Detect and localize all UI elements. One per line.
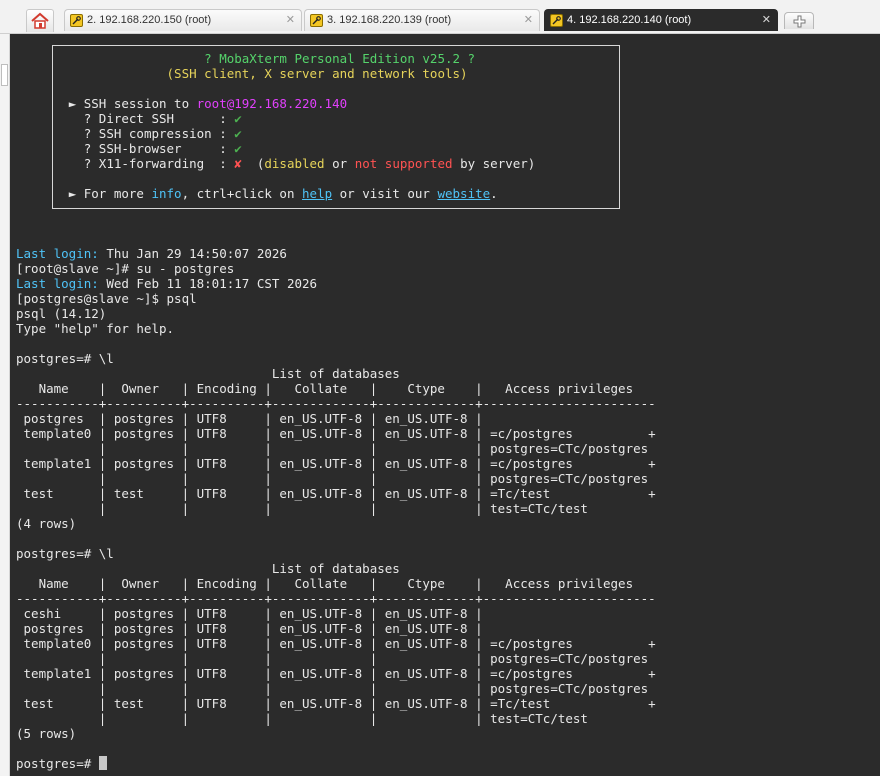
side-panel-handle[interactable] [1,64,8,86]
terminal-output: ? MobaXterm Personal Edition v25.2 ? (SS… [16,36,656,771]
table-output-line: -----------+----------+----------+------… [16,396,656,411]
table-output-line: List of databases [16,366,400,381]
terminal-view[interactable]: ? MobaXterm Personal Edition v25.2 ? (SS… [10,34,880,776]
table-output-line: | | | | | postgres=CTc/postgres [16,651,649,666]
close-icon[interactable]: ✕ [524,10,533,31]
table-output-line: (5 rows) [16,726,77,741]
final-prompt-line[interactable]: postgres=# [16,756,656,771]
side-panel-strip[interactable] [0,34,10,776]
table-output-line: ceshi | postgres | UTF8 | en_US.UTF-8 | … [16,606,483,621]
check-icon: ✔ [234,141,242,156]
close-icon[interactable]: ✕ [762,10,771,31]
banner-subtitle: (SSH client, X server and network tools) [166,66,468,81]
table-output-line: (4 rows) [16,516,77,531]
more-info-line: ► For more info, ctrl+click on help or v… [68,186,498,201]
table-output-line: | | | | | test=CTc/test [16,501,588,516]
table-output-line: template0 | postgres | UTF8 | en_US.UTF-… [16,636,656,651]
ssh-session-line: ► SSH session to root@192.168.220.140 [68,96,348,111]
su-command-line: [root@slave ~]# su - postgres [16,261,235,276]
table-output-line: postgres | postgres | UTF8 | en_US.UTF-8… [16,621,483,636]
plus-icon [793,15,806,28]
feature-ssh-browser: ? SSH-browser : ✔ [68,141,242,156]
table-output-line: | | | | | postgres=CTc/postgres [16,681,649,696]
feature-ssh-compression: ? SSH compression : ✔ [68,126,242,141]
psql-version-line: psql (14.12) [16,306,107,321]
tab-session-3[interactable]: 3. 192.168.220.139 (root) ✕ [304,9,540,31]
table-output-line: List of databases [16,561,400,576]
check-icon: ✔ [234,126,242,141]
help-hint-line: Type "help" for help. [16,321,175,336]
table-output-line: -----------+----------+----------+------… [16,591,656,606]
table-output-line: template0 | postgres | UTF8 | en_US.UTF-… [16,426,656,441]
tab-label: 3. 192.168.220.139 (root) [327,14,452,26]
table-output-line: Name | Owner | Encoding | Collate | Ctyp… [16,381,634,396]
tab-label: 2. 192.168.220.150 (root) [87,14,212,26]
last-login-line-2: Last login: Wed Feb 11 18:01:17 CST 2026 [16,276,318,291]
query-1-prompt: postgres=# \l [16,351,114,366]
tab-label: 4. 192.168.220.140 (root) [567,14,692,26]
table-output-line: | | | | | test=CTc/test [16,711,588,726]
ssh-key-icon [310,14,323,27]
home-icon [31,12,49,29]
help-link[interactable]: help [302,186,332,201]
website-link[interactable]: website [437,186,490,201]
new-tab-button[interactable] [784,12,814,29]
query-2-prompt: postgres=# \l [16,546,114,561]
table-output-line: Name | Owner | Encoding | Collate | Ctyp… [16,576,634,591]
home-tab-button[interactable] [26,9,54,32]
ssh-key-icon [70,14,83,27]
table-output-line: template1 | postgres | UTF8 | en_US.UTF-… [16,666,656,681]
table-output-line: | | | | | postgres=CTc/postgres [16,441,649,456]
close-icon[interactable]: ✕ [286,10,295,31]
feature-x11-forwarding: ? X11-forwarding : ✘ (disabled or not su… [68,156,536,171]
tab-session-4[interactable]: 4. 192.168.220.140 (root) ✕ [544,9,778,31]
check-icon: ✔ [234,111,242,126]
table-output-line: | | | | | postgres=CTc/postgres [16,471,649,486]
database-list-output-2: List of databases Name | Owner | Encodin… [16,561,656,741]
table-output-line: postgres | postgres | UTF8 | en_US.UTF-8… [16,411,483,426]
feature-direct-ssh: ? Direct SSH : ✔ [68,111,242,126]
tab-session-2[interactable]: 2. 192.168.220.150 (root) ✕ [64,9,302,31]
last-login-line-1: Last login: Thu Jan 29 14:50:07 2026 [16,246,287,261]
psql-command-line: [postgres@slave ~]$ psql [16,291,197,306]
terminal-cursor [98,756,107,770]
cross-icon: ✘ [234,156,242,171]
banner-title: ? MobaXterm Personal Edition v25.2 ? [204,51,476,66]
table-output-line: test | test | UTF8 | en_US.UTF-8 | en_US… [16,696,656,711]
table-output-line: test | test | UTF8 | en_US.UTF-8 | en_US… [16,486,656,501]
table-output-line: template1 | postgres | UTF8 | en_US.UTF-… [16,456,656,471]
tab-bar: 2. 192.168.220.150 (root) ✕ 3. 192.168.2… [0,0,880,34]
database-list-output-1: List of databases Name | Owner | Encodin… [16,366,656,531]
ssh-key-icon [550,14,563,27]
